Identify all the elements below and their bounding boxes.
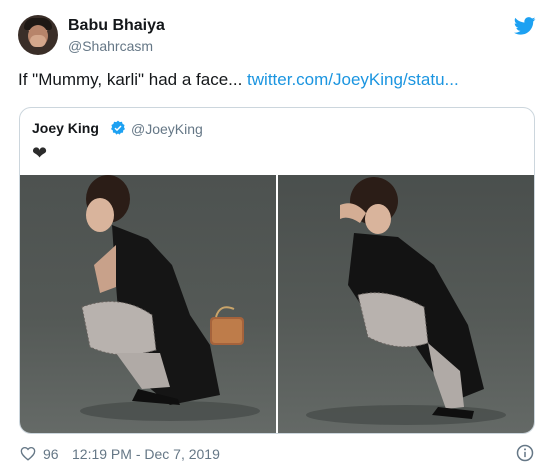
- tweet-text: If "Mummy, karli" had a face... twitter.…: [18, 70, 459, 90]
- quoted-author-handle[interactable]: @JoeyKing: [131, 121, 203, 137]
- author-handle[interactable]: @Shahrcasm: [68, 38, 153, 54]
- quoted-tweet-text: ❤: [32, 143, 48, 163]
- tweet-link[interactable]: twitter.com/JoeyKing/statu...: [247, 70, 459, 89]
- author-name[interactable]: Babu Bhaiya: [68, 17, 165, 35]
- quoted-photo-right[interactable]: [278, 175, 534, 433]
- like-count[interactable]: 96: [43, 446, 59, 462]
- tweet-card: Babu Bhaiya @Shahrcasm If "Mummy, karli"…: [0, 0, 555, 474]
- quoted-photo-left[interactable]: [20, 175, 276, 433]
- like-heart-icon[interactable]: [20, 446, 36, 461]
- tweet-text-body: If "Mummy, karli" had a face...: [18, 70, 248, 89]
- info-icon[interactable]: [516, 444, 534, 462]
- quoted-author-name[interactable]: Joey King: [32, 120, 99, 136]
- verified-badge-icon: [111, 120, 125, 135]
- quoted-tweet[interactable]: Joey King @JoeyKing ❤: [19, 107, 535, 434]
- tweet-timestamp[interactable]: 12:19 PM - Dec 7, 2019: [72, 446, 220, 462]
- twitter-bird-icon[interactable]: [514, 17, 536, 35]
- avatar[interactable]: [18, 15, 58, 55]
